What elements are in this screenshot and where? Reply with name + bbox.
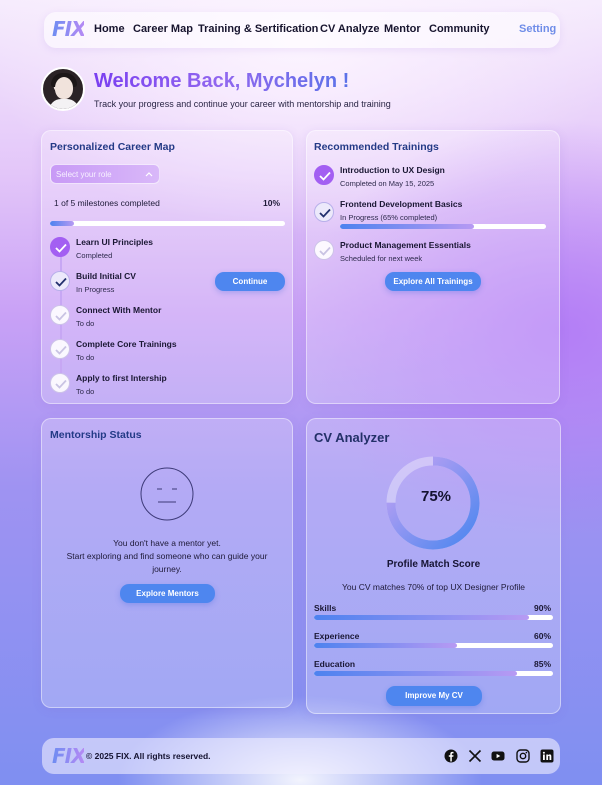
career-progress-fill [50,221,74,226]
training-progress-fill [340,224,474,229]
step-status: To do [76,387,95,396]
instagram-icon[interactable] [516,749,530,763]
check-icon [314,240,334,260]
nav-training[interactable]: Training & Sertification [198,23,318,35]
top-navbar: FIX Home Career Map Training & Sertifica… [44,12,560,48]
step-status: Completed [76,251,113,260]
facebook-icon[interactable] [444,749,458,763]
nav-cv-analyze[interactable]: CV Analyze [320,23,380,35]
step-label: Learn UI Principles [76,237,153,247]
metric-value: 90% [534,603,552,613]
career-progress-label: 10% [263,198,281,208]
metric-label: Skills [314,603,337,613]
role-select[interactable]: Select your role [50,164,160,184]
career-map-title: Personalized Career Map [50,141,175,153]
improve-cv-button[interactable]: Improve My CV [386,686,482,706]
training-status: Scheduled for next week [340,254,423,263]
cv-analyzer-title: CV Analyzer [314,430,390,445]
continue-button[interactable]: Continue [215,272,285,291]
metric-bar-fill [314,671,518,676]
linkedin-icon[interactable] [540,749,554,763]
step-label: Apply to first Intership [76,373,167,383]
mentor-empty-line2: Start exploring and find someone who can… [66,551,268,561]
milestones-text: 1 of 5 milestones completed [54,198,160,208]
score-title: Profile Match Score [386,559,481,570]
check-icon [314,202,334,222]
role-select-placeholder: Select your role [56,170,112,179]
step-status: To do [76,319,95,328]
neutral-face-icon [140,467,194,521]
metric-bar [314,615,553,620]
check-icon [50,271,70,291]
trainings-title: Recommended Trainings [314,141,439,153]
metric-bar [314,671,553,676]
metric-bar-fill [314,643,458,648]
check-icon [314,165,334,185]
training-progress-bar [340,224,546,229]
explore-trainings-button[interactable]: Explore All Trainings [385,272,481,291]
welcome-subtitle: Track your progress and continue your ca… [94,99,391,109]
check-icon [50,373,70,393]
nav-community[interactable]: Community [429,23,490,35]
step-label: Connect With Mentor [76,305,162,315]
mentorship-card [41,418,293,708]
training-label[interactable]: Product Management Essentials [340,240,471,250]
step-label: Complete Core Trainings [76,339,177,349]
youtube-icon[interactable] [491,749,505,763]
mentor-empty-line3: journey. [152,564,182,574]
mentor-empty-line1: You don't have a mentor yet. [113,538,221,548]
metric-bar [314,643,553,648]
nav-career-map[interactable]: Career Map [133,23,193,35]
footer: FIX © 2025 FIX. All rights reserved. [42,738,560,774]
career-progress-bar [50,221,285,226]
check-icon [50,339,70,359]
metric-value: 60% [534,631,552,641]
nav-mentor[interactable]: Mentor [384,23,421,35]
welcome-title: Welcome Back, Mychelyn ! [94,70,350,92]
x-icon[interactable] [468,749,482,763]
explore-mentors-button[interactable]: Explore Mentors [120,584,215,603]
training-label[interactable]: Frontend Development Basics [340,199,462,209]
avatar[interactable] [41,67,85,111]
mentorship-title: Mentorship Status [50,429,142,441]
footer-logo[interactable]: FIX [52,743,87,769]
training-status: Completed on May 15, 2025 [340,179,435,188]
check-icon [50,305,70,325]
nav-home[interactable]: Home [94,23,125,35]
match-text: You CV matches 70% of top UX Designer Pr… [341,582,525,592]
metric-value: 85% [534,659,552,669]
metric-label: Education [314,659,356,669]
metric-label: Experience [314,631,360,641]
chevron-up-icon [145,172,153,177]
training-status: In Progress (65% completed) [340,213,438,222]
logo[interactable]: FIX [52,16,87,42]
step-status: In Progress [76,285,115,294]
step-label: Build Initial CV [76,271,136,281]
score-value: 75% [420,488,452,505]
step-status: To do [76,353,95,362]
check-icon [50,237,70,257]
metric-bar-fill [314,615,530,620]
nav-setting[interactable]: Setting [519,23,556,35]
training-label[interactable]: Introduction to UX Design [340,165,445,175]
copyright: © 2025 FIX. All rights reserved. [86,751,211,761]
